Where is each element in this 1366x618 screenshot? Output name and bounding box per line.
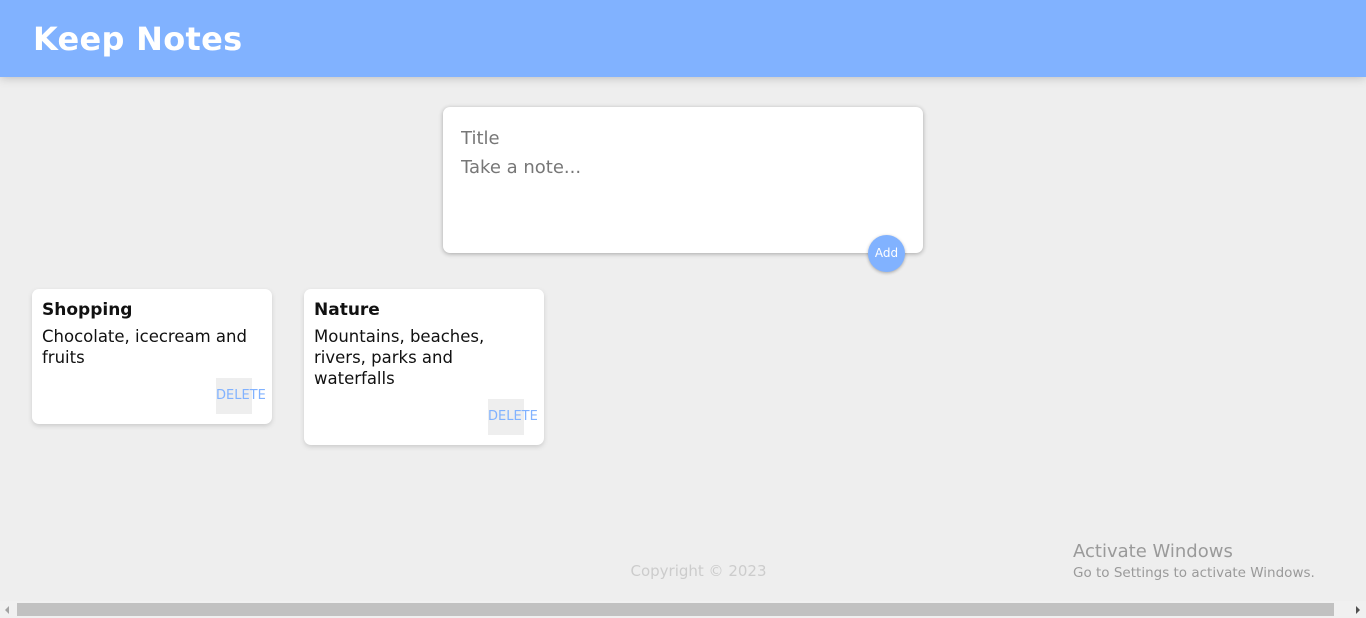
note-title: Nature xyxy=(314,300,380,320)
activate-windows-watermark: Activate Windows Go to Settings to activ… xyxy=(1073,541,1315,583)
delete-button-label: DELETE xyxy=(216,388,266,403)
delete-note-button[interactable]: DELETE xyxy=(216,378,266,414)
scroll-right-arrow-icon[interactable] xyxy=(1356,606,1360,614)
app-header: Keep Notes xyxy=(0,0,1366,77)
watermark-title: Activate Windows xyxy=(1073,541,1233,562)
app-title: Keep Notes xyxy=(33,20,243,58)
delete-note-button[interactable]: DELETE xyxy=(488,399,538,435)
add-note-button[interactable]: Add xyxy=(868,235,905,272)
note-title-input[interactable] xyxy=(461,124,901,152)
note-card: Nature Mountains, beaches, rivers, parks… xyxy=(304,289,544,445)
note-content: Chocolate, icecream and fruits xyxy=(42,327,247,367)
horizontal-scrollbar[interactable] xyxy=(0,601,1366,618)
copyright-text: Copyright © 2023 xyxy=(630,562,767,580)
note-content-input[interactable] xyxy=(461,157,901,227)
note-title: Shopping xyxy=(42,300,133,320)
note-content: Mountains, beaches, rivers, parks and wa… xyxy=(314,327,485,388)
watermark-subtitle: Go to Settings to activate Windows. xyxy=(1073,565,1315,581)
scrollbar-thumb[interactable] xyxy=(17,603,1334,616)
delete-button-label: DELETE xyxy=(488,409,538,424)
scroll-left-arrow-icon[interactable] xyxy=(5,606,9,614)
create-note-form xyxy=(443,107,923,253)
note-card: Shopping Chocolate, icecream and fruits … xyxy=(32,289,272,424)
